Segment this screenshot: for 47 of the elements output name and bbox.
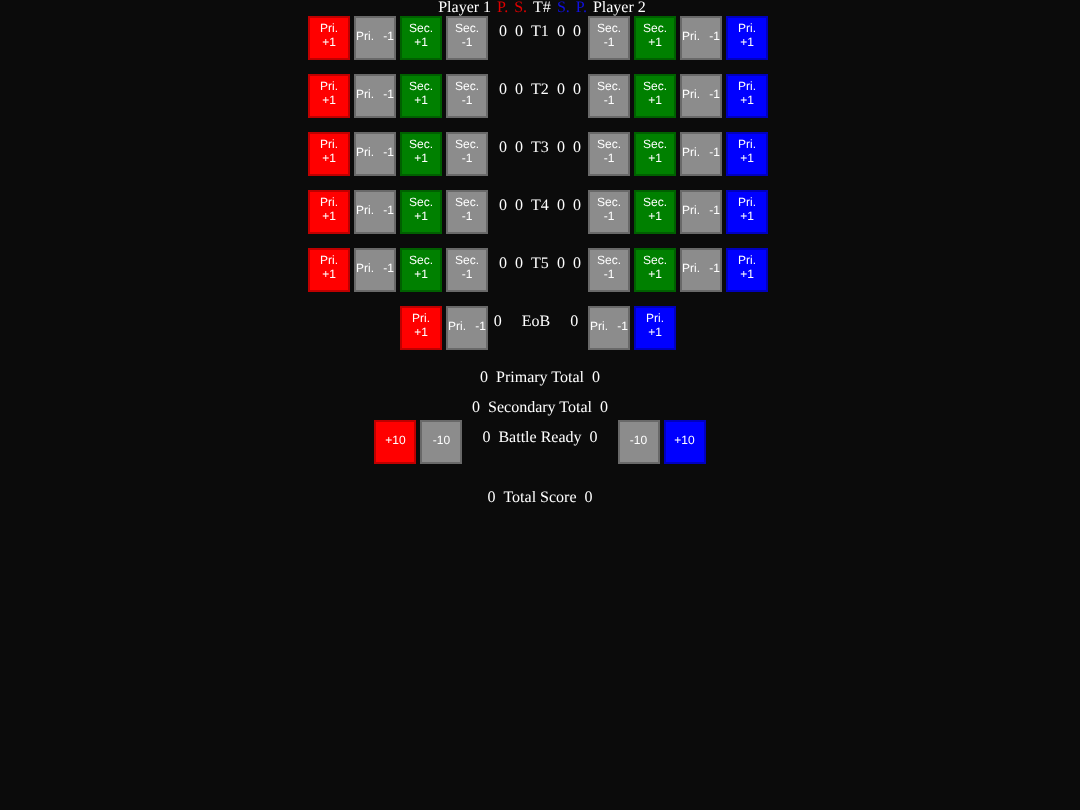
score-cell-text: 0 xyxy=(572,196,581,218)
total-label: Secondary Total xyxy=(488,398,592,416)
score-cell-text: T1 xyxy=(531,22,549,44)
header-label: Player 1 xyxy=(438,0,492,16)
score-cell-text: 0 xyxy=(515,196,524,218)
total-label: Total Score xyxy=(503,488,577,506)
score-cell-text: 0 xyxy=(570,312,579,334)
score-cell-text: T3 xyxy=(531,138,549,160)
score-cell-text: 0 xyxy=(499,254,508,276)
score-cell-text: 0 xyxy=(572,254,581,276)
score-cell-text: 0 xyxy=(499,138,508,160)
score-cell-text: 0 xyxy=(572,22,581,44)
score-value: 0 xyxy=(599,398,608,416)
score-cell-text: 0 xyxy=(515,138,524,160)
score-cell-text: 0 xyxy=(556,22,565,44)
score-cell-text: 0 xyxy=(556,254,565,276)
score-cell-text: 0 xyxy=(499,22,508,44)
total-label: Primary Total xyxy=(496,368,584,386)
score-value: 0 xyxy=(482,428,491,446)
score-value: 0 xyxy=(472,398,481,416)
score-cell-text: T2 xyxy=(531,80,549,102)
score-cell-text: 0 xyxy=(556,138,565,160)
header-label: S. xyxy=(514,0,528,16)
score-cell-text: T5 xyxy=(531,254,549,276)
score-cell-text: 0 xyxy=(572,80,581,102)
header-label: S. xyxy=(556,0,570,16)
score-value: 0 xyxy=(487,488,496,506)
score-cell-text: 0 xyxy=(515,254,524,276)
total-label: Battle Ready xyxy=(498,428,582,446)
score-value: 0 xyxy=(480,368,489,386)
header-label: P. xyxy=(497,0,509,16)
score-value: 0 xyxy=(584,488,593,506)
header-label: P. xyxy=(575,0,587,16)
score-cell-text: T4 xyxy=(531,196,549,218)
header-label: Player 2 xyxy=(592,0,646,16)
header-label: T# xyxy=(533,0,551,16)
score-cell-text: 0 xyxy=(515,22,524,44)
score-cell-text: 0 xyxy=(572,138,581,160)
score-value: 0 xyxy=(589,428,598,446)
score-cell-text: EoB xyxy=(521,312,551,334)
score-cell-text: 0 xyxy=(499,196,508,218)
score-cell-text: 0 xyxy=(556,196,565,218)
score-cell-text: 0 xyxy=(499,80,508,102)
score-cell-text: 0 xyxy=(556,80,565,102)
score-cell-text: 0 xyxy=(493,312,502,334)
score-cell-text: 0 xyxy=(515,80,524,102)
score-value: 0 xyxy=(591,368,600,386)
